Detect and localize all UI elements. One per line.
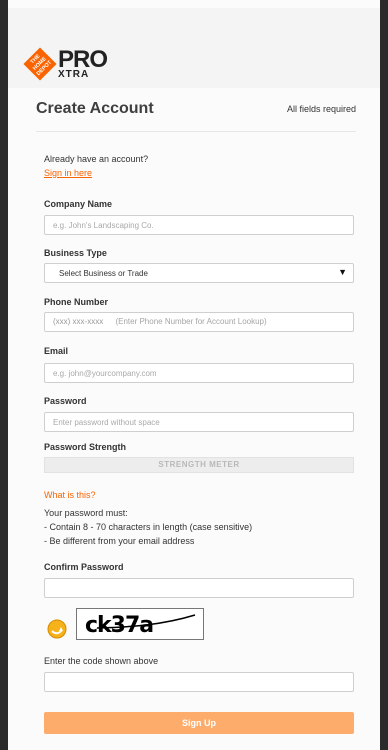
confirm-password-input[interactable] [44,578,354,598]
business-type-label: Business Type [44,248,107,258]
captcha-input[interactable] [44,672,354,692]
logo-square-text: THE HOME DEPOT [29,53,53,77]
business-type-select[interactable]: Select Business or Trade ▼ [44,263,354,283]
password-rules-heading: Your password must: [44,508,128,518]
company-name-input[interactable] [44,215,354,235]
password-input[interactable] [44,412,354,432]
dropdown-arrow-icon: ▼ [338,267,347,277]
phone-number-label: Phone Number [44,297,109,307]
what-is-this-link[interactable]: What is this? [44,490,96,500]
password-rule-email: - Be different from your email address [44,536,195,546]
required-note: All fields required [286,104,356,114]
refresh-captcha-icon[interactable] [46,618,68,640]
captcha-graphic: ck37a [85,613,196,638]
home-depot-logo-icon: THE HOME DEPOT [24,48,56,80]
password-strength-meter: STRENGTH METER [44,457,354,473]
email-label: Email [44,346,69,356]
title-divider [36,131,356,132]
account-prompt: Already have an account? [44,154,149,164]
title-row: Create Account All fields required [36,100,356,130]
phone-hint: (Enter Phone Number for Account Lookup) [115,317,267,326]
sign-up-button[interactable]: Sign Up [44,712,354,734]
confirm-password-label: Confirm Password [44,562,124,572]
create-account-panel: Create Account All fields required Alrea… [8,88,380,750]
password-rule-length: - Contain 8 - 70 characters in length (c… [44,522,253,532]
logo-text: PRO XTRA [58,48,108,80]
sign-in-link[interactable]: Sign in here [44,168,92,178]
email-input[interactable] [44,363,354,383]
business-type-value: Select Business or Trade [59,269,148,278]
phone-placeholder: (xxx) xxx-xxxx [53,317,104,326]
phone-number-input[interactable]: (xxx) xxx-xxxx (Enter Phone Number for A… [44,312,354,332]
logo[interactable]: THE HOME DEPOT PRO XTRA [24,48,108,80]
captcha-label: Enter the code shown above [44,656,159,666]
company-name-label: Company Name [44,199,113,209]
password-strength-label: Password Strength [44,442,127,452]
page-title: Create Account [36,100,154,117]
captcha-image: ck37a [76,608,204,640]
header: THE HOME DEPOT PRO XTRA [8,8,380,89]
password-label: Password [44,396,87,406]
